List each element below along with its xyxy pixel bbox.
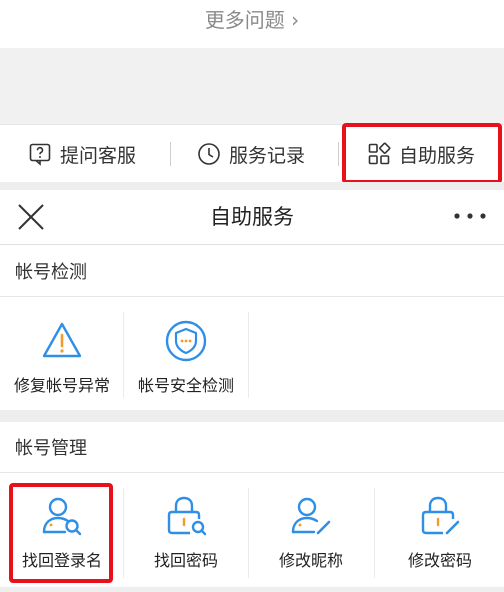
- divider: [0, 296, 504, 297]
- item-label: 修改昵称: [278, 551, 343, 570]
- question-icon: [29, 143, 51, 166]
- recover-password-item[interactable]: 找回密码: [124, 483, 248, 579]
- ellipsis-icon[interactable]: [452, 204, 488, 228]
- tab-divider: [170, 142, 171, 166]
- page-title: 自助服务: [210, 205, 294, 229]
- tab-divider: [338, 142, 339, 166]
- section-gap: [0, 182, 504, 190]
- user-edit-icon: [291, 497, 331, 535]
- section-gap: [0, 410, 504, 422]
- clock-icon: [198, 143, 220, 165]
- item-label: 修复帐号异常: [13, 376, 110, 395]
- tab-label: 服务记录: [229, 144, 306, 167]
- section-title-account-check: 帐号检测: [15, 262, 87, 283]
- change-password-item[interactable]: 修改密码: [378, 483, 502, 579]
- page-header: 自助服务: [0, 190, 504, 245]
- grid-divider: [248, 312, 249, 398]
- blank-band: [0, 48, 504, 124]
- fix-account-exception-item[interactable]: 修复帐号异常: [0, 308, 124, 404]
- account-security-check-item[interactable]: 帐号安全检测: [124, 308, 248, 404]
- lock-search-icon: [167, 496, 207, 536]
- divider: [0, 472, 504, 473]
- item-label: 帐号安全检测: [137, 376, 234, 395]
- bottom-gap: [0, 587, 504, 592]
- section-title-account-management: 帐号管理: [15, 438, 87, 459]
- highlight-box: [9, 483, 113, 583]
- change-nickname-item[interactable]: 修改昵称: [249, 483, 373, 579]
- highlight-box: [342, 123, 502, 184]
- item-label: 修改密码: [407, 551, 472, 570]
- item-label: 找回密码: [153, 551, 218, 570]
- tab-service-records[interactable]: 服务记录: [197, 125, 305, 183]
- more-questions-link[interactable]: 更多问题 ›: [0, 4, 504, 33]
- tab-label: 提问客服: [60, 144, 137, 167]
- lock-edit-icon: [421, 496, 460, 535]
- warning-triangle-icon: [42, 322, 82, 358]
- grid-divider: [374, 488, 375, 578]
- shield-icon: [165, 320, 207, 362]
- tab-ask-support[interactable]: 提问客服: [28, 125, 136, 183]
